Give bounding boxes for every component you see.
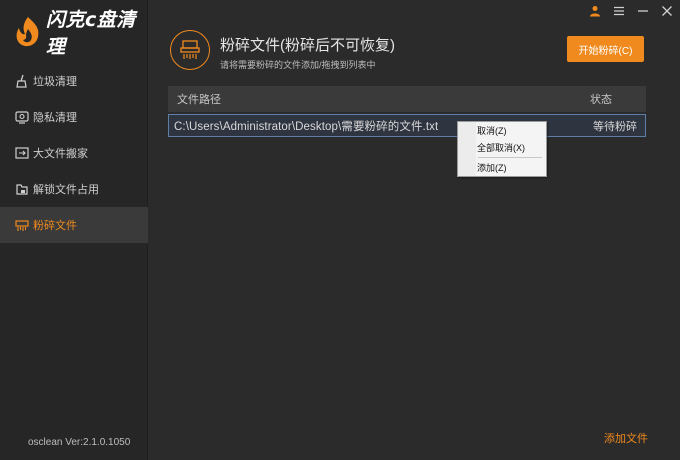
close-icon[interactable] (660, 4, 674, 18)
start-shred-button[interactable]: 开始粉碎(C) (567, 36, 644, 62)
page-subtitle: 请将需要粉碎的文件添加/拖拽到列表中 (220, 60, 376, 70)
table-header: 文件路径 状态 (168, 86, 646, 112)
page-title: 粉碎文件(粉碎后不可恢复) (220, 37, 395, 54)
sidebar-item-label: 隐私清理 (33, 112, 77, 124)
window-controls (588, 4, 674, 18)
broom-icon (15, 74, 29, 88)
version-label: osclean Ver:2.1.0.1050 (28, 437, 131, 448)
sidebar-item-junk-clean[interactable]: 垃圾清理 (0, 63, 148, 99)
shredder-header-icon (170, 30, 210, 70)
main-panel: 粉碎文件(粉碎后不可恢复) 请将需要粉碎的文件添加/拖拽到列表中 开始粉碎(C)… (148, 0, 680, 460)
menu-icon[interactable] (612, 4, 626, 18)
sidebar: 闪克c盘清理 垃圾清理 隐私清理 大文件搬家 解锁文件占用 粉碎文件 oscle… (0, 0, 148, 460)
sidebar-item-shred-file[interactable]: 粉碎文件 (0, 207, 148, 243)
unlock-icon (15, 182, 29, 196)
sidebar-item-label: 粉碎文件 (33, 220, 77, 232)
sidebar-item-large-file-move[interactable]: 大文件搬家 (0, 135, 148, 171)
context-menu: 取消(Z) 全部取消(X) 添加(Z) (457, 121, 547, 177)
sidebar-item-privacy-clean[interactable]: 隐私清理 (0, 99, 148, 135)
app-name: 闪克c盘清理 (46, 9, 136, 58)
flame-logo-icon (12, 15, 44, 49)
shredder-icon (15, 218, 29, 232)
sidebar-item-label: 大文件搬家 (33, 148, 88, 160)
add-file-link[interactable]: 添加文件 (604, 430, 648, 446)
minimize-icon[interactable] (636, 4, 650, 18)
context-menu-cancel[interactable]: 取消(Z) (458, 122, 546, 139)
sidebar-item-label: 垃圾清理 (33, 76, 77, 88)
column-header-status: 状态 (590, 94, 612, 106)
sidebar-item-label: 解锁文件占用 (33, 184, 99, 196)
sidebar-item-unlock-file[interactable]: 解锁文件占用 (0, 171, 148, 207)
table-row[interactable]: C:\Users\Administrator\Desktop\需要粉碎的文件.t… (168, 114, 646, 137)
context-menu-separator (478, 157, 542, 158)
column-header-path: 文件路径 (177, 94, 221, 106)
privacy-icon (15, 110, 29, 124)
file-table: 文件路径 状态 C:\Users\Administrator\Desktop\需… (168, 86, 646, 137)
context-menu-cancel-all[interactable]: 全部取消(X) (458, 139, 546, 156)
app-logo: 闪克c盘清理 (12, 9, 147, 58)
sidebar-nav: 垃圾清理 隐私清理 大文件搬家 解锁文件占用 粉碎文件 (0, 63, 148, 243)
file-status-cell: 等待粉碎 (593, 120, 637, 133)
user-icon[interactable] (588, 4, 602, 18)
move-folder-icon (15, 146, 29, 160)
context-menu-add[interactable]: 添加(Z) (458, 159, 546, 176)
